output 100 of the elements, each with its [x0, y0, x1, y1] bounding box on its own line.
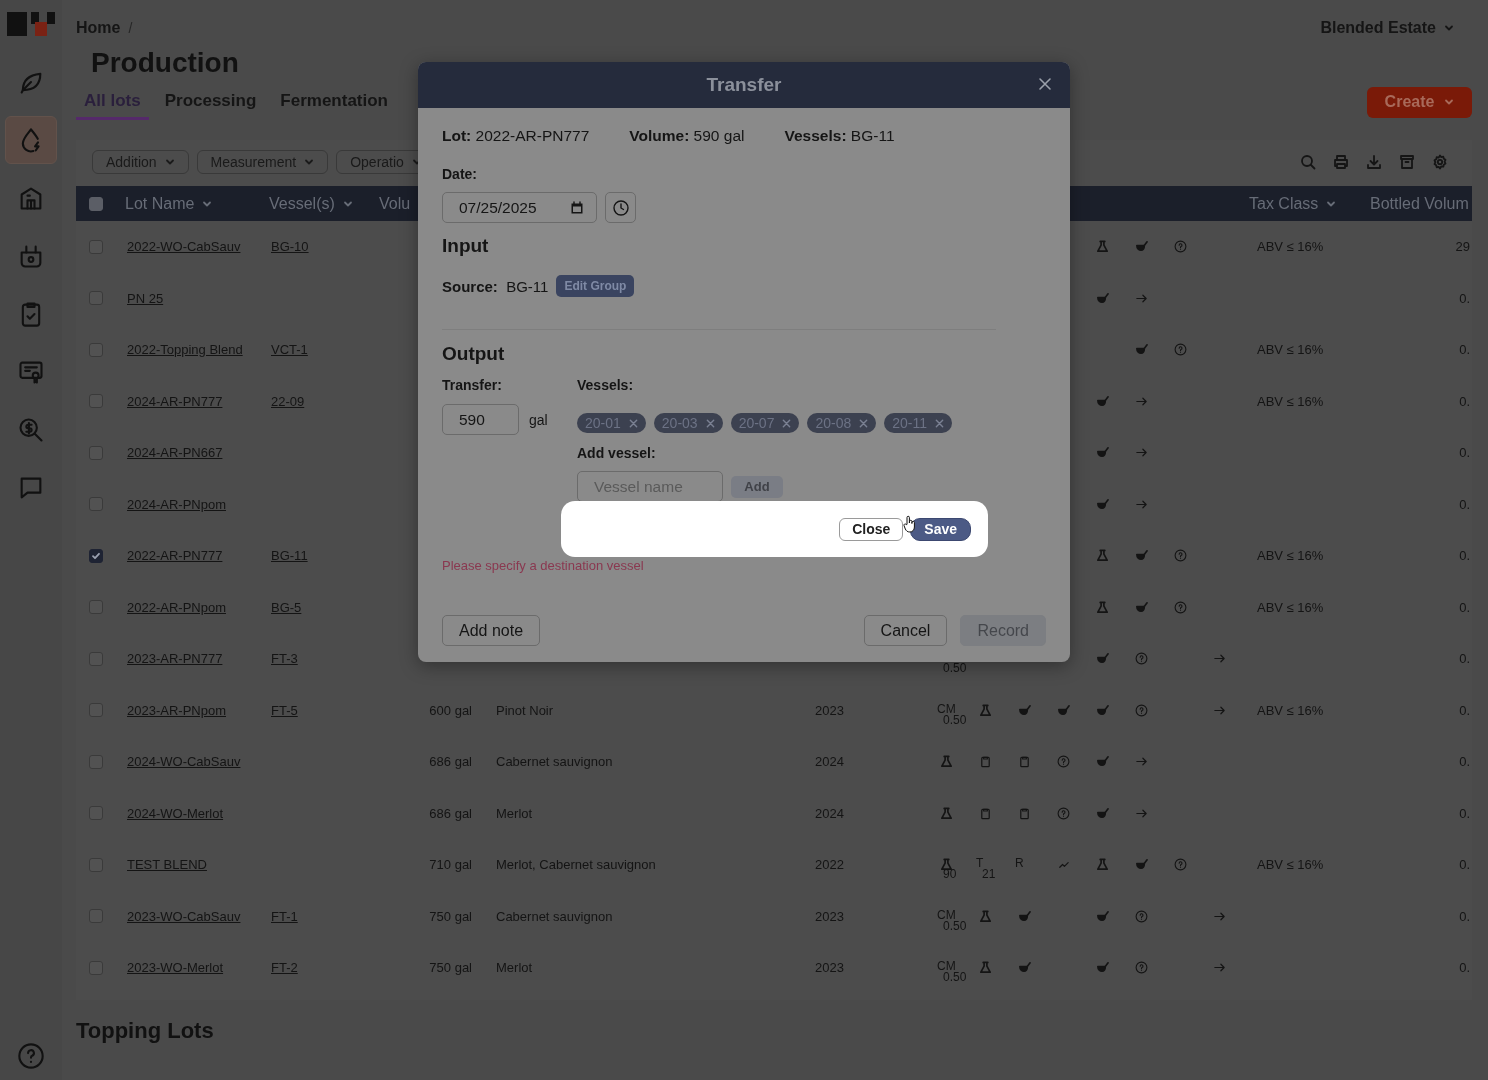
- row-checkbox[interactable]: [89, 342, 103, 357]
- row-checkbox[interactable]: [89, 497, 103, 512]
- help-action[interactable]: [1174, 858, 1187, 872]
- help-action[interactable]: [1057, 806, 1070, 820]
- ladle-action[interactable]: [1096, 446, 1109, 460]
- flask-action[interactable]: [979, 703, 992, 717]
- help-action[interactable]: [1135, 652, 1148, 666]
- ladle-action[interactable]: [1096, 497, 1109, 511]
- vessel-link[interactable]: FT-5: [259, 702, 298, 718]
- vessel-link[interactable]: VCT-1: [259, 342, 308, 358]
- flask-action[interactable]: [1096, 240, 1109, 254]
- row-checkbox[interactable]: [89, 806, 103, 821]
- row-checkbox[interactable]: [89, 651, 103, 666]
- close-button[interactable]: [1038, 77, 1052, 91]
- help-button[interactable]: [17, 1042, 45, 1070]
- lot-link[interactable]: 2023-WO-CabSauv: [115, 908, 241, 924]
- lot-link[interactable]: TEST BLEND: [115, 857, 207, 873]
- remove-button[interactable]: [782, 418, 792, 428]
- ladle-action[interactable]: [1135, 549, 1148, 563]
- row-checkbox[interactable]: [89, 291, 103, 306]
- row-checkbox[interactable]: [89, 600, 103, 615]
- edit-group-button[interactable]: Edit Group: [556, 275, 635, 297]
- help-action[interactable]: [1135, 909, 1148, 923]
- search-button[interactable]: [1300, 154, 1316, 170]
- lot-link[interactable]: 2024-WO-Merlot: [115, 805, 224, 821]
- lot-link[interactable]: 2023-AR-PN777: [115, 651, 223, 667]
- vessel-link[interactable]: FT-3: [259, 651, 298, 667]
- vessel-link[interactable]: BG-11: [259, 548, 308, 564]
- save-button[interactable]: Save: [910, 517, 971, 541]
- help-action[interactable]: [1174, 600, 1187, 614]
- archive-button[interactable]: [1399, 154, 1415, 170]
- print-button[interactable]: [1333, 154, 1349, 170]
- ladle-action[interactable]: [1096, 291, 1109, 305]
- vessel-link[interactable]: FT-2: [259, 960, 298, 976]
- clipboard-action[interactable]: [979, 806, 992, 820]
- row-checkbox[interactable]: [89, 445, 103, 460]
- flask-action[interactable]: [940, 755, 953, 769]
- help-action[interactable]: [1174, 240, 1187, 254]
- vessel-link[interactable]: BG-5: [259, 599, 302, 615]
- row-checkbox[interactable]: [89, 548, 103, 563]
- lot-link[interactable]: 2024-AR-PN667: [115, 445, 223, 461]
- ladle-action[interactable]: [1135, 343, 1148, 357]
- cancel-button[interactable]: Cancel: [863, 615, 948, 646]
- add-note-button[interactable]: Add note: [442, 615, 541, 646]
- clipboard-action[interactable]: [1018, 806, 1031, 820]
- column-header[interactable]: Tax Class: [1239, 194, 1360, 213]
- help-action[interactable]: [1135, 961, 1148, 975]
- flask-action[interactable]: [1096, 858, 1109, 872]
- ladle-action[interactable]: [1096, 703, 1109, 717]
- help-action[interactable]: [1174, 549, 1187, 563]
- row-checkbox[interactable]: [89, 960, 103, 975]
- lot-link[interactable]: 2023-AR-PNpom: [115, 702, 226, 718]
- flask-action[interactable]: [1096, 549, 1109, 563]
- help-action[interactable]: [1057, 755, 1070, 769]
- ladle-action[interactable]: [1096, 755, 1109, 769]
- vessel-link[interactable]: 22-09: [259, 393, 305, 409]
- vessel-link[interactable]: FT-1: [259, 908, 298, 924]
- lot-link[interactable]: 2024-AR-PNpom: [115, 496, 226, 512]
- ladle-action[interactable]: [1135, 600, 1148, 614]
- download-button[interactable]: [1366, 154, 1382, 170]
- lot-link[interactable]: 2022-AR-PNpom: [115, 599, 226, 615]
- ladle-action[interactable]: [1018, 961, 1031, 975]
- row-checkbox[interactable]: [89, 239, 103, 254]
- nav-item[interactable]: [5, 116, 57, 164]
- ladle-action[interactable]: [1018, 703, 1031, 717]
- date-field[interactable]: 07/25/2025: [442, 192, 597, 223]
- vessel-link[interactable]: BG-10: [259, 239, 309, 255]
- ladle-action[interactable]: [1096, 806, 1109, 820]
- select-all-checkbox[interactable]: [89, 196, 103, 211]
- row-checkbox[interactable]: [89, 703, 103, 718]
- lot-link[interactable]: 2023-WO-Merlot: [115, 960, 224, 976]
- clipboard-action[interactable]: [1018, 755, 1031, 769]
- ladle-action[interactable]: [1096, 652, 1109, 666]
- remove-button[interactable]: [628, 418, 638, 428]
- ladle-action[interactable]: [1096, 909, 1109, 923]
- ladle-action[interactable]: [1096, 394, 1109, 408]
- flask-action[interactable]: [940, 806, 953, 820]
- column-header[interactable]: Vessel(s): [259, 194, 369, 213]
- close-button[interactable]: Close: [839, 517, 904, 541]
- lot-link[interactable]: 2022-Topping Blend: [115, 342, 243, 358]
- row-checkbox[interactable]: [89, 857, 103, 872]
- row-checkbox[interactable]: [89, 909, 103, 924]
- ladle-action[interactable]: [1018, 909, 1031, 923]
- column-header[interactable]: Lot Name: [115, 194, 259, 213]
- remove-button[interactable]: [705, 418, 715, 428]
- flask-action[interactable]: [979, 909, 992, 923]
- ladle-action[interactable]: [1135, 858, 1148, 872]
- column-header[interactable]: Bottled Volum: [1360, 194, 1472, 213]
- flask-action[interactable]: [979, 961, 992, 975]
- help-action[interactable]: [1135, 703, 1148, 717]
- ladle-action[interactable]: [1135, 240, 1148, 254]
- remove-button[interactable]: [935, 418, 945, 428]
- row-checkbox[interactable]: [89, 754, 103, 769]
- lot-link[interactable]: 2022-WO-CabSauv: [115, 239, 241, 255]
- lot-link[interactable]: PN 25: [115, 290, 164, 306]
- transfer-amount-field[interactable]: 590: [442, 404, 519, 435]
- lot-link[interactable]: 2024-AR-PN777: [115, 393, 223, 409]
- lot-link[interactable]: 2022-AR-PN777: [115, 548, 223, 564]
- lot-link[interactable]: 2024-WO-CabSauv: [115, 754, 241, 770]
- settings-button[interactable]: [1432, 154, 1448, 170]
